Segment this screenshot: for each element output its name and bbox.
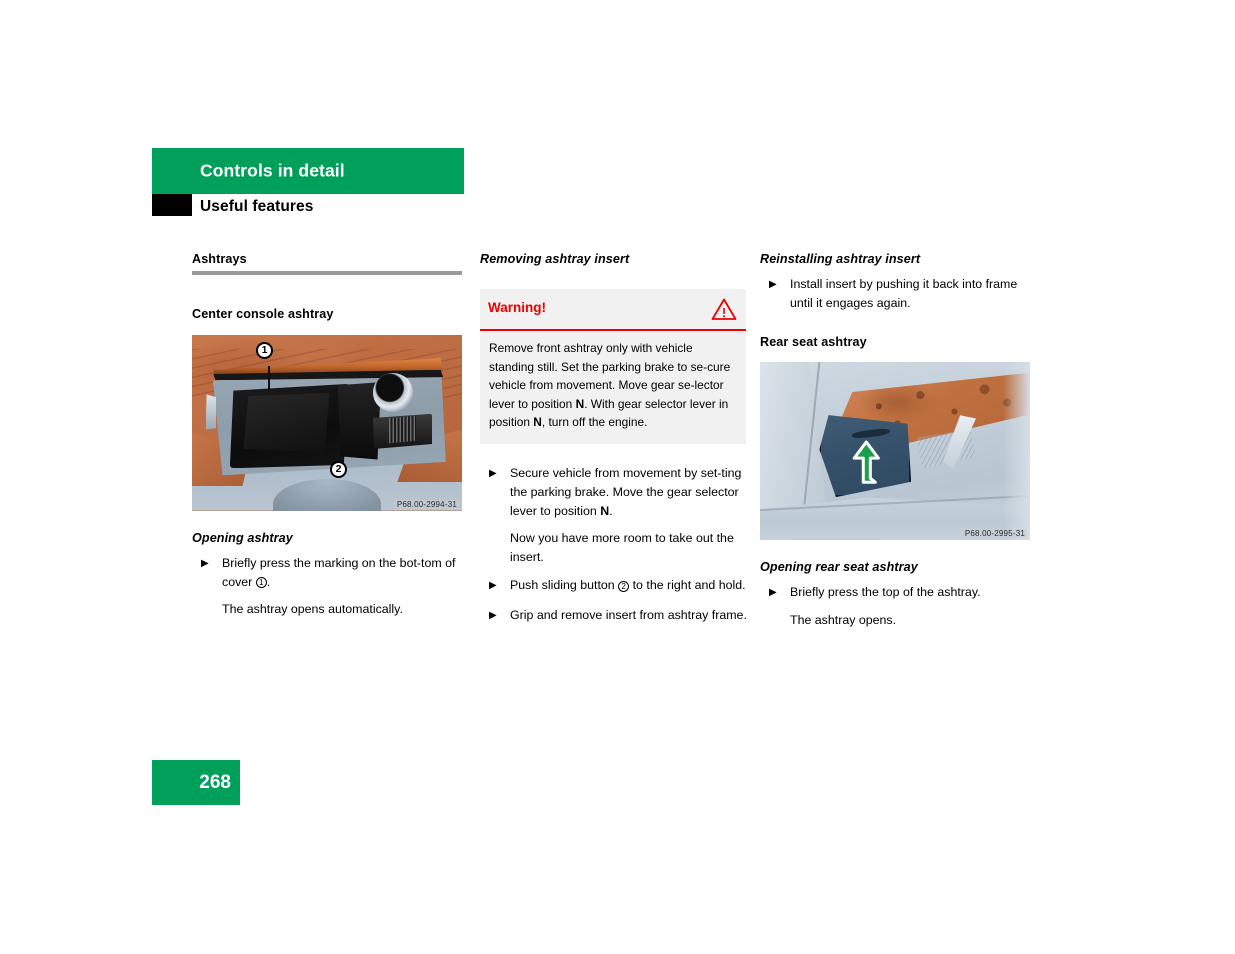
figure-chrome-accent [205, 394, 217, 430]
warning-box: Warning! Remove front ashtray only with … [480, 289, 746, 444]
bullet-arrow-icon: ▶ [489, 580, 497, 592]
column-middle: Removing ashtray insert Warning! Remove … [480, 252, 750, 627]
steps-removing-insert: ▶ Secure vehicle from movement by set-ti… [480, 464, 750, 521]
inline-callout-2-icon: 2 [618, 580, 630, 592]
figure-sliding-button-ribs [389, 415, 417, 444]
steps-removing-insert-cont: ▶ Push sliding button 2 to the right and… [480, 576, 750, 625]
manual-page: Controls in detail Useful features Ashtr… [0, 0, 1235, 954]
step-item: ▶ Push sliding button 2 to the right and… [480, 576, 750, 595]
heading-removing-ashtray-insert: Removing ashtray insert [480, 252, 630, 266]
section-heading-ashtrays: Ashtrays [192, 252, 247, 266]
step-item: ▶ Secure vehicle from movement by set-ti… [480, 464, 750, 521]
warning-gear-n-1: N [575, 396, 585, 411]
callout-1-stem [268, 365, 270, 392]
figure-right-highlight [1003, 361, 1030, 540]
warning-gear-n-2: N [533, 415, 542, 430]
section-tab-marker [152, 194, 192, 216]
column-left: Ashtrays Center console ashtray 1 2 P68.… [192, 252, 462, 628]
chapter-title: Controls in detail [200, 160, 345, 181]
note-ashtray-opens-automatically: The ashtray opens automatically. [222, 602, 403, 617]
warning-text-3: , turn off the engine. [541, 415, 648, 430]
section-title: Useful features [200, 198, 314, 215]
procedure-heading-opening-rear-seat-ashtray: Opening rear seat ashtray [760, 559, 918, 574]
sub-heading-rear-seat-ashtray: Rear seat ashtray [760, 334, 867, 349]
figure-caption-id: P68.00-2995-31 [962, 528, 1027, 538]
step-text: Grip and remove insert from ashtray fram… [510, 607, 747, 622]
warning-body: Remove front ashtray only with vehicle s… [480, 331, 746, 444]
step-item: ▶ Grip and remove insert from ashtray fr… [480, 606, 750, 625]
callout-1-bubble: 1 [256, 341, 273, 359]
bullet-arrow-icon: ▶ [201, 557, 209, 569]
step-gear-n: N [600, 503, 610, 518]
heading-reinstalling-ashtray-insert: Reinstalling ashtray insert [760, 252, 921, 266]
bullet-arrow-icon: ▶ [769, 279, 777, 291]
step-item: ▶ Briefly press the top of the ashtray. [760, 583, 1030, 602]
warning-header: Warning! [480, 289, 746, 332]
chapter-header-bar: Controls in detail [152, 148, 464, 194]
step-text-tail: . [609, 503, 613, 518]
steps-reinstalling-insert: ▶ Install insert by pushing it back into… [760, 275, 1030, 313]
figure-cigarette-lighter [372, 373, 414, 413]
bullet-arrow-icon: ▶ [489, 467, 497, 479]
column-right: Reinstalling ashtray insert ▶ Install in… [760, 252, 1030, 639]
step-text-tail: to the right and hold. [629, 578, 746, 593]
steps-opening-rear-ashtray: ▶ Briefly press the top of the ashtray. [760, 583, 1030, 602]
figure-caption-id: P68.00-2994-31 [394, 499, 459, 509]
step-text: Secure vehicle from movement by set-ting… [510, 465, 742, 518]
step-item: ▶ Briefly press the marking on the bot-t… [192, 554, 462, 592]
note-more-room: Now you have more room to take out the i… [510, 531, 734, 565]
note-ashtray-opens: The ashtray opens. [790, 612, 897, 627]
step-item: ▶ Install insert by pushing it back into… [760, 275, 1030, 313]
step-text: Briefly press the top of the ashtray. [790, 585, 981, 600]
step-text: Install insert by pushing it back into f… [790, 277, 1018, 310]
sub-heading-center-console: Center console ashtray [192, 307, 334, 322]
procedure-heading-opening-ashtray: Opening ashtray [192, 530, 293, 545]
figure-rear-seat-ashtray: P68.00-2995-31 [760, 361, 1030, 540]
steps-opening-ashtray: ▶ Briefly press the marking on the bot-t… [192, 554, 462, 592]
inline-callout-1-icon: 1 [255, 577, 267, 589]
figure-tray-inner [243, 392, 330, 453]
step-text-tail: . [266, 574, 271, 589]
callout-2-bubble: 2 [330, 460, 347, 478]
bullet-arrow-icon: ▶ [489, 609, 497, 621]
figure-press-arrow-icon [841, 438, 890, 485]
figure-center-console-ashtray: 1 2 P68.00-2994-31 [192, 334, 462, 511]
warning-label: Warning! [488, 300, 546, 316]
warning-triangle-icon [711, 297, 737, 321]
step-text: Push sliding button [510, 578, 619, 593]
bullet-arrow-icon: ▶ [769, 587, 777, 599]
page-number: 268 [199, 771, 231, 793]
page-number-box: 268 [152, 760, 240, 805]
